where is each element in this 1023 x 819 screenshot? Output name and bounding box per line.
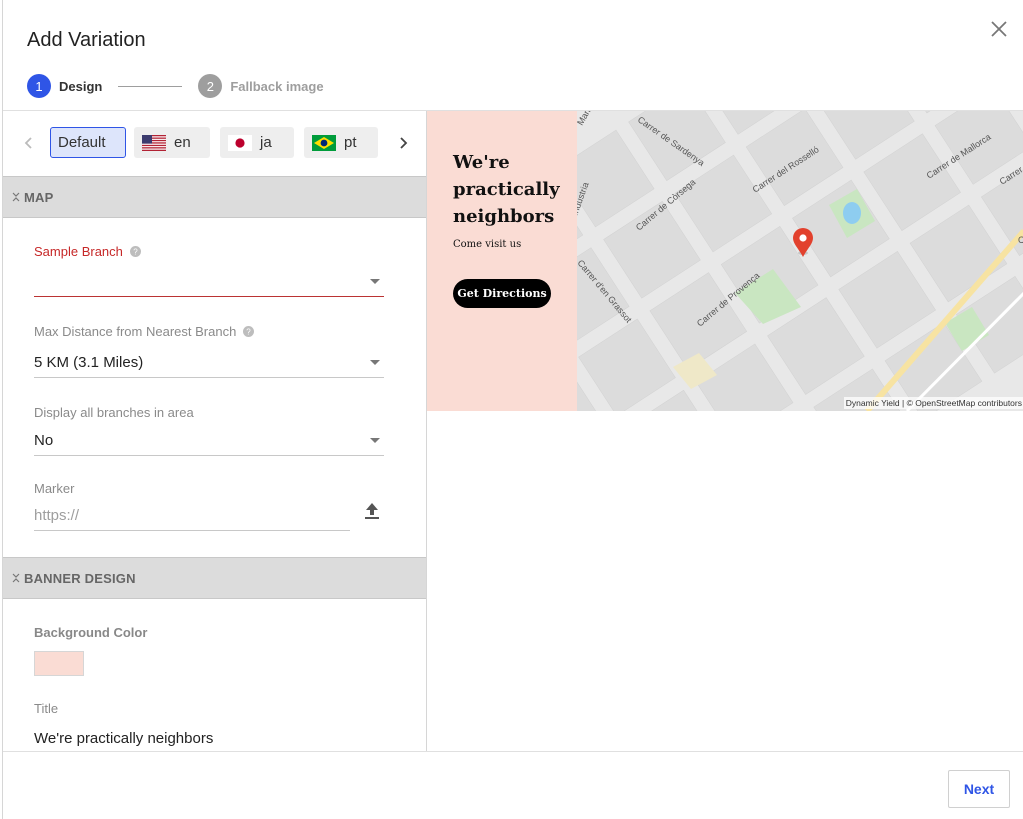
section-title: MAP	[24, 189, 54, 205]
label-text: Sample Branch	[34, 244, 123, 259]
street-label: C	[1018, 235, 1023, 245]
language-chip-en[interactable]: en	[134, 127, 210, 158]
collapse-icon	[12, 573, 20, 583]
max-distance-select[interactable]: 5 KM (3.1 Miles)	[34, 348, 384, 378]
language-chip-label: Default	[58, 134, 106, 151]
language-prev-button[interactable]	[19, 133, 39, 153]
svg-text:?: ?	[247, 328, 252, 337]
dialog-title: Add Variation	[27, 29, 146, 51]
language-chip-pt[interactable]: pt	[304, 127, 378, 158]
background-color-swatch[interactable]	[34, 651, 84, 676]
help-icon[interactable]: ?	[243, 326, 255, 337]
dialog-footer: Next	[3, 751, 1023, 819]
step-2-label[interactable]: Fallback image	[230, 79, 323, 94]
svg-text:?: ?	[133, 248, 138, 257]
collapse-icon	[12, 192, 20, 202]
select-value: No	[34, 432, 54, 449]
dialog-header: Add Variation 1 Design 2 Fallback image	[3, 0, 1023, 111]
map-preview[interactable]: Maria Carrer de Sardenya Carrer del Ross…	[427, 111, 1023, 411]
banner-subtitle: Come visit us	[453, 239, 522, 250]
get-directions-button[interactable]: Get Directions	[453, 279, 551, 308]
language-chip-default[interactable]: Default	[50, 127, 126, 158]
step-1-label[interactable]: Design	[59, 79, 102, 94]
sample-branch-label: Sample Branch ?	[34, 244, 141, 259]
stepper: 1 Design 2 Fallback image	[27, 74, 324, 98]
title-input[interactable]	[34, 725, 384, 751]
map-section-header[interactable]: MAP	[3, 176, 426, 218]
step-1-indicator[interactable]: 1	[27, 74, 51, 98]
step-2-indicator[interactable]: 2	[198, 74, 223, 98]
background-color-label: Background Color	[34, 625, 148, 640]
language-chip-label: ja	[260, 134, 272, 151]
map-tiles: Maria Carrer de Sardenya Carrer del Ross…	[427, 111, 1023, 411]
label-text: Max Distance from Nearest Branch	[34, 324, 237, 339]
select-value: 5 KM (3.1 Miles)	[34, 354, 144, 371]
add-variation-dialog: Add Variation 1 Design 2 Fallback image …	[2, 0, 1023, 819]
banner-preview: We're practically neighbors Come visit u…	[427, 111, 577, 411]
title-label: Title	[34, 701, 59, 716]
chevron-down-icon	[370, 279, 380, 284]
sample-branch-select[interactable]	[34, 267, 384, 297]
chevron-right-icon	[400, 137, 408, 149]
map-attribution: Dynamic Yield | © OpenStreetMap contribu…	[843, 397, 1023, 409]
upload-icon	[365, 503, 379, 519]
language-next-button[interactable]	[393, 133, 413, 153]
display-all-branches-select[interactable]: No	[34, 426, 384, 456]
language-bar: Default en ja pt	[3, 111, 426, 176]
marker-label: Marker	[34, 481, 75, 496]
banner-design-section-header[interactable]: BANNER DESIGN	[3, 557, 426, 599]
next-button[interactable]: Next	[948, 770, 1010, 808]
settings-panel[interactable]: Default en ja pt MAP Sample Branch ? Max…	[3, 111, 427, 751]
close-icon	[991, 21, 1007, 37]
chevron-left-icon	[24, 137, 32, 149]
language-chip-label: pt	[344, 134, 357, 151]
japan-flag-icon	[228, 134, 252, 151]
banner-title: We're practically neighbors	[453, 152, 560, 227]
language-chip-label: en	[174, 134, 191, 151]
help-icon[interactable]: ?	[129, 246, 141, 257]
chevron-down-icon	[370, 438, 380, 443]
step-connector	[118, 85, 183, 87]
max-distance-label: Max Distance from Nearest Branch ?	[34, 324, 255, 339]
close-button[interactable]	[988, 18, 1010, 40]
marker-upload-button[interactable]	[363, 501, 381, 521]
display-all-branches-label: Display all branches in area	[34, 405, 194, 420]
chevron-down-icon	[370, 360, 380, 365]
preview-panel: We're practically neighbors Come visit u…	[427, 111, 1023, 411]
section-title: BANNER DESIGN	[24, 570, 136, 586]
language-chip-ja[interactable]: ja	[220, 127, 294, 158]
brazil-flag-icon	[312, 134, 336, 151]
us-flag-icon	[142, 134, 166, 151]
marker-url-input[interactable]	[34, 501, 350, 531]
